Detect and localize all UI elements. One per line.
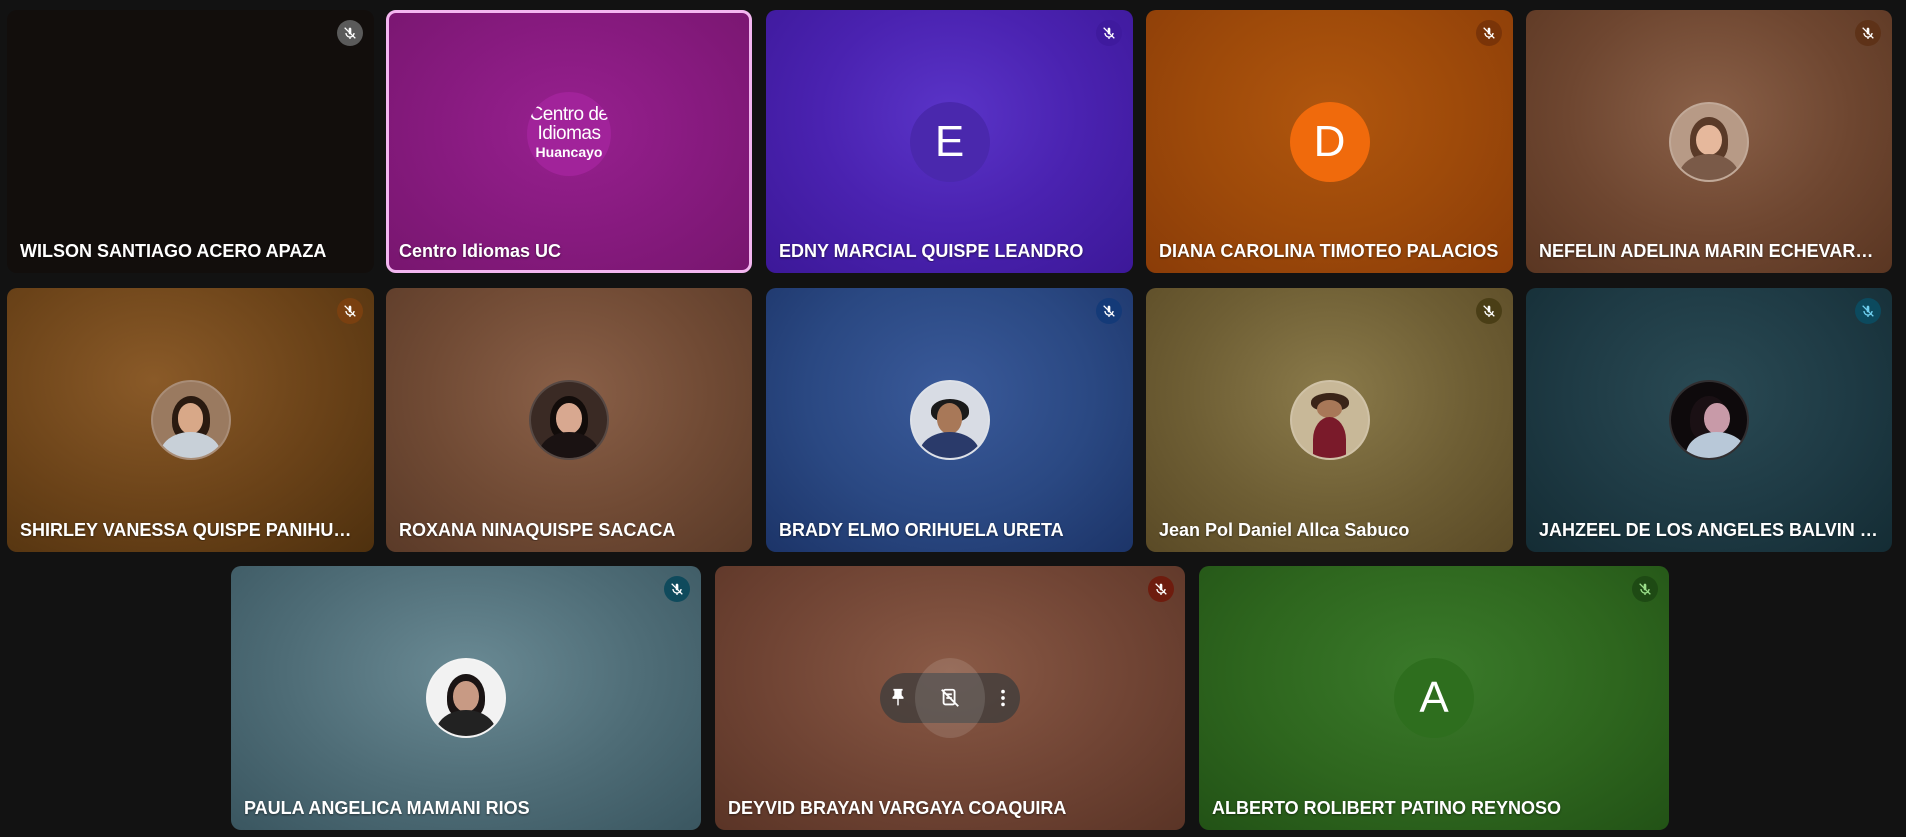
participant-tile[interactable]: PAULA ANGELICA MAMANI RIOS	[231, 566, 701, 830]
participant-name: BRADY ELMO ORIHUELA URETA	[779, 520, 1064, 540]
participant-tile[interactable]: BRADY ELMO ORIHUELA URETA	[766, 288, 1133, 552]
participant-tile[interactable]: D DIANA CAROLINA TIMOTEO PALACIOS	[1146, 10, 1513, 273]
avatar-photo	[1669, 380, 1749, 460]
participant-tile[interactable]: DEYVID BRAYAN VARGAYA COAQUIRA	[715, 566, 1185, 830]
mic-off-icon	[1148, 576, 1174, 602]
avatar-photo	[909, 380, 990, 460]
participant-name: PAULA ANGELICA MAMANI RIOS	[244, 798, 530, 818]
participant-tile[interactable]: WILSON SANTIAGO ACERO APAZA	[7, 10, 374, 273]
participant-name: DEYVID BRAYAN VARGAYA COAQUIRA	[728, 798, 1067, 818]
avatar-photo	[1289, 380, 1370, 460]
participant-name: NEFELIN ADELINA MARIN ECHEVARRIA	[1539, 241, 1878, 261]
pin-icon[interactable]	[880, 678, 915, 718]
participant-name: EDNY MARCIAL QUISPE LEANDRO	[779, 241, 1084, 261]
participant-tile[interactable]: SHIRLEY VANESSA QUISPE PANIHUARA	[7, 288, 374, 552]
avatar-photo	[426, 658, 506, 738]
avatar-letter: A	[1419, 673, 1449, 722]
logo-line: Idiomas	[537, 123, 601, 144]
avatar-initial: A	[1394, 658, 1474, 738]
avatar-initial: D	[1289, 101, 1370, 182]
avatar-photo	[150, 380, 231, 460]
participant-tile-active[interactable]: Centro de Idiomas Huancayo Centro Idioma…	[386, 10, 752, 273]
logo-line: Centro de	[529, 104, 609, 125]
participant-name: ALBERTO ROLIBERT PATINO REYNOSO	[1212, 798, 1562, 818]
avatar-letter: D	[1313, 116, 1346, 166]
mic-off-icon	[337, 298, 363, 324]
participant-name: JAHZEEL DE LOS ANGELES BALVIN H...	[1539, 520, 1878, 540]
avatar-photo	[529, 380, 609, 460]
participant-name: ROXANA NINAQUISPE SACACA	[399, 520, 676, 540]
avatar-initial: E	[909, 101, 990, 182]
participant-name: DIANA CAROLINA TIMOTEO PALACIOS	[1159, 241, 1499, 261]
mic-off-icon	[1855, 298, 1881, 324]
participant-name: WILSON SANTIAGO ACERO APAZA	[20, 241, 327, 261]
participant-tile[interactable]: NEFELIN ADELINA MARIN ECHEVARRIA	[1526, 10, 1892, 273]
more-options-icon[interactable]	[985, 678, 1020, 718]
tile-hover-controls	[880, 658, 1020, 738]
participant-tile[interactable]: Jean Pol Daniel Allca Sabuco	[1146, 288, 1513, 552]
participant-tile[interactable]: ROXANA NINAQUISPE SACACA	[386, 288, 752, 552]
participant-tile[interactable]: JAHZEEL DE LOS ANGELES BALVIN H...	[1526, 288, 1892, 552]
mic-off-icon	[337, 20, 363, 46]
participant-name: Jean Pol Daniel Allca Sabuco	[1159, 520, 1410, 540]
mic-off-icon	[1476, 20, 1502, 46]
remove-from-call-icon[interactable]	[915, 658, 985, 738]
mic-off-icon	[1476, 298, 1502, 324]
logo-line: Huancayo	[535, 144, 603, 160]
organization-logo: Centro de Idiomas Huancayo	[527, 91, 611, 176]
mic-off-icon	[1096, 20, 1122, 46]
participant-tile[interactable]: A ALBERTO ROLIBERT PATINO REYNOSO	[1199, 566, 1669, 830]
participant-tile[interactable]: E EDNY MARCIAL QUISPE LEANDRO	[766, 10, 1133, 273]
mic-off-icon	[1096, 298, 1122, 324]
avatar-letter: E	[934, 116, 965, 166]
avatar-photo	[1669, 101, 1749, 182]
participant-name: SHIRLEY VANESSA QUISPE PANIHUARA	[20, 520, 360, 540]
participant-name: Centro Idiomas UC	[399, 241, 562, 261]
mic-off-icon	[1632, 576, 1658, 602]
mic-off-icon	[664, 576, 690, 602]
mic-off-icon	[1855, 20, 1881, 46]
